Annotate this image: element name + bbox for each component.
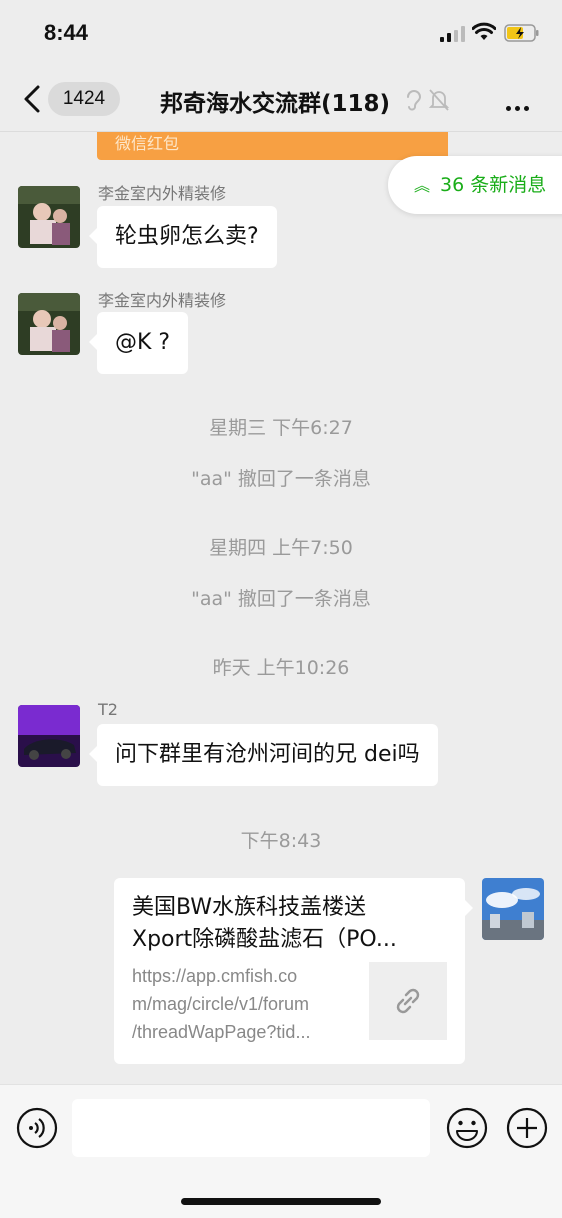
back-chevron-icon[interactable] [20,84,44,114]
red-packet-card[interactable]: 微信红包 [97,132,448,160]
avatar[interactable] [18,705,80,767]
ear-icon [407,90,422,111]
timestamp: 昨天 上午10:26 [212,657,350,679]
more-options-icon[interactable] [506,96,533,115]
message-bubble[interactable]: 问下群里有沧州河间的兄 dei吗 [89,724,438,786]
my-avatar[interactable] [482,878,544,940]
avatar-photo [482,878,544,940]
link-chain-icon [396,988,420,1014]
message-bubble[interactable]: @K ? [88,312,189,374]
plus-icon[interactable] [506,1107,548,1149]
avatar[interactable] [18,186,80,248]
mute-bell-icon [428,89,450,111]
sender-name: T2 [98,700,118,719]
sender-name: 李金室内外精装修 [98,184,227,203]
recall-notice: "aa" 撤回了一条消息 [191,468,371,490]
chat-header: 1424 邦奇海水交流群(118) [0,70,562,132]
chat-title: 邦奇海水交流群(118) [160,91,391,117]
battery-icon [504,24,539,42]
link-url: https://app.cmfish.co m/mag/circle/v1/fo… [132,962,354,1046]
link-card-message[interactable]: 美国BW水族科技盖楼送 Xport除磷酸盐滤石（PO... https://ap… [114,878,473,1064]
new-messages-button[interactable]: ︽ 36 条新消息 [388,156,562,214]
unread-count-badge[interactable]: 1424 [48,82,120,116]
status-bar: 8:44 [0,0,562,70]
voice-input-icon[interactable] [16,1107,58,1149]
message-input[interactable] [72,1099,430,1157]
avatar[interactable] [18,293,80,355]
link-title: 美国BW水族科技盖楼送 Xport除磷酸盐滤石（PO... [132,892,448,956]
avatar-photo [18,186,80,248]
timestamp: 星期三 下午6:27 [209,417,353,439]
link-title-line: 美国BW水族科技盖楼送 [132,895,367,920]
link-title-line: Xport除磷酸盐滤石（PO... [132,927,397,952]
link-url-line: https://app.cmfish.co [132,966,298,986]
new-messages-label: 36 条新消息 [440,174,547,196]
recall-notice: "aa" 撤回了一条消息 [191,588,371,610]
link-url-line: /threadWapPage?tid... [132,1022,311,1042]
emoji-icon[interactable] [446,1107,488,1149]
signal-icon [440,26,465,42]
link-thumbnail [369,962,447,1040]
link-url-line: m/mag/circle/v1/forum [132,994,310,1014]
home-indicator [181,1198,381,1205]
double-chevron-up-icon: ︽ [414,176,431,195]
timestamp: 星期四 上午7:50 [209,537,353,559]
avatar-photo [18,705,80,767]
message-bubble[interactable]: 轮虫卵怎么卖? [89,206,277,268]
wifi-icon [472,22,496,40]
timestamp: 下午8:43 [240,830,322,852]
status-time: 8:44 [44,20,89,45]
sender-name: 李金室内外精装修 [98,291,227,310]
red-packet-label: 微信红包 [115,134,180,153]
avatar-photo [18,293,80,355]
